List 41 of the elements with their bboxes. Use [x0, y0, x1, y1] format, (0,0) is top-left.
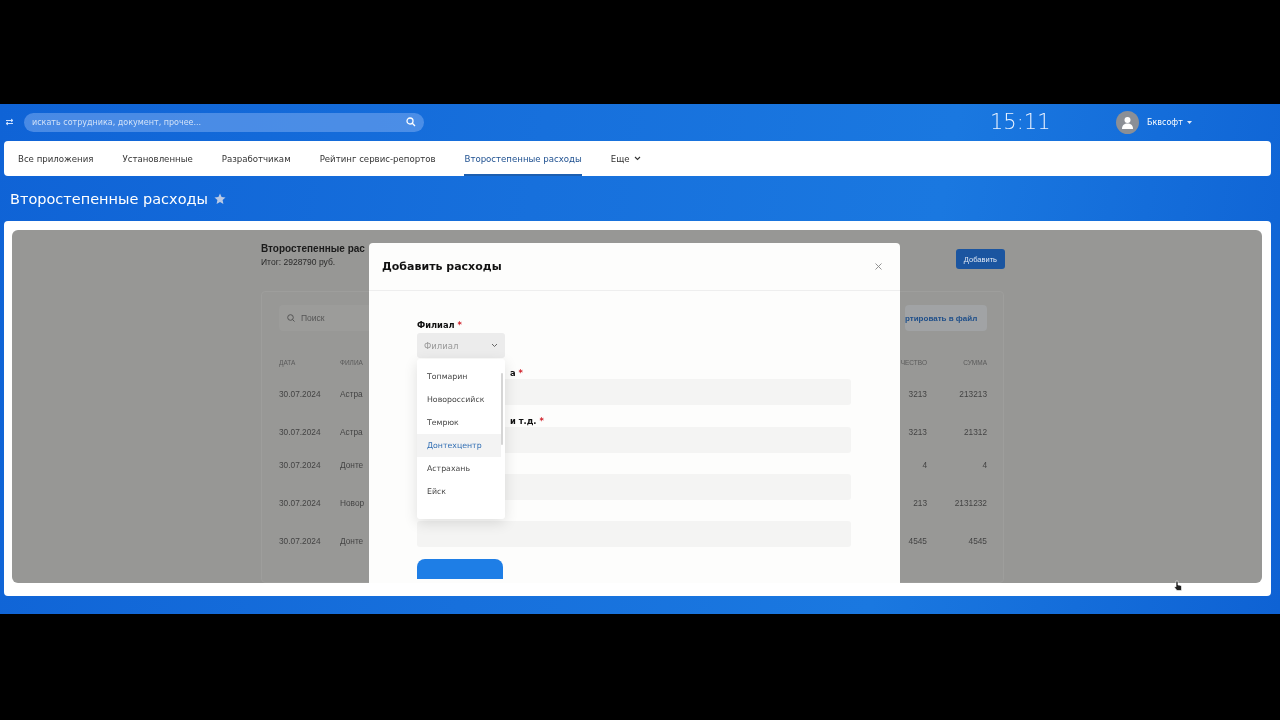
field-label: Филиал * — [417, 320, 462, 331]
table-cell-text: Донте — [340, 536, 364, 548]
nav-tab[interactable]: Еще — [610, 141, 641, 176]
required-mark: * — [457, 320, 462, 330]
table-cell-text: Астра — [340, 389, 363, 401]
search-field[interactable]: искать сотрудника, документ, прочее... — [24, 112, 424, 132]
table-cell-text: 4545 — [908, 536, 927, 548]
table-cell-text: 4 — [922, 460, 927, 472]
required-mark: * — [539, 416, 544, 426]
table-cell-text: 3213 — [908, 427, 927, 439]
table-cell-text: 213 — [913, 498, 927, 510]
table-cell-text: 30.07.2024 — [279, 389, 321, 401]
field-label: и т.д. * — [510, 416, 544, 427]
nav-tab[interactable]: Разработчикам — [221, 141, 291, 176]
required-mark: * — [518, 368, 523, 378]
table-cell-text: 2131232 — [954, 498, 987, 510]
nav-tab[interactable]: Установленные — [122, 141, 193, 176]
table-cell-text: 213213 — [959, 389, 987, 401]
table-cell-text: 4 — [982, 460, 987, 472]
search-input[interactable]: искать сотрудника, документ, прочее... — [32, 117, 382, 127]
table-cell-text: Астра — [340, 427, 363, 439]
table-cell-text: 30.07.2024 — [279, 427, 321, 439]
table-cell-text: 21312 — [963, 427, 987, 439]
report-total: Итог: 2928790 руб. — [261, 257, 337, 267]
table-cell-text: 3213 — [908, 389, 927, 401]
user-menu[interactable]: Бквсофт — [1147, 117, 1192, 127]
table-cell-text: 30.07.2024 — [279, 498, 321, 510]
page-title: Второстепенные расходы — [10, 190, 208, 207]
field-label: а * — [510, 368, 523, 379]
table-cell-text: 30.07.2024 — [279, 536, 321, 548]
table-cell-text: Новор — [340, 498, 365, 510]
search-placeholder: Поиск — [301, 313, 325, 323]
clock: 15:11 — [990, 110, 1050, 134]
table-cell-text: 30.07.2024 — [279, 460, 321, 472]
table-cell-text: Донте — [340, 460, 364, 472]
nav-tab[interactable]: Все приложения — [18, 141, 94, 176]
dialog-title: Добавить расходы — [382, 260, 502, 273]
report-title: Второстепенные рас — [261, 243, 365, 254]
nav-tab[interactable]: Второстепенные расходы — [464, 141, 582, 176]
nav-tab[interactable]: Рейтинг сервис-репортов — [319, 141, 436, 176]
table-cell-text: 4545 — [968, 536, 987, 548]
